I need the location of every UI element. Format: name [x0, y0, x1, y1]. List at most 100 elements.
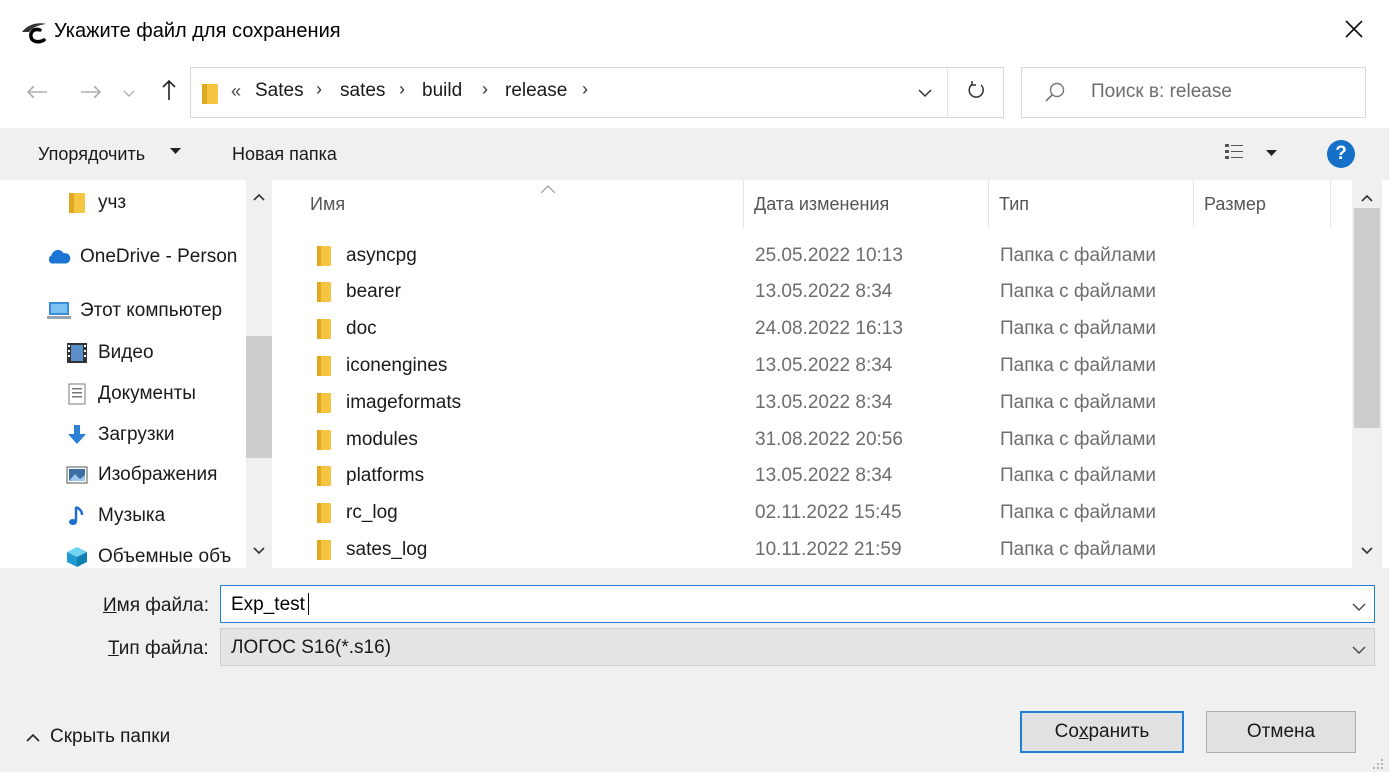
save-file-dialog: Укажите файл для сохранения « Sates › sa… [0, 0, 1389, 772]
arrow-right-icon [80, 80, 102, 106]
breadcrumb-separator[interactable]: › [399, 79, 405, 100]
scroll-down-button[interactable] [1352, 540, 1382, 562]
table-row[interactable]: asyncpg 25.05.2022 10:13 Папка с файлами [272, 238, 1352, 274]
save-button[interactable]: Со х ранить [1020, 711, 1184, 753]
nav-item-onedrive[interactable]: OneDrive - Person [46, 242, 237, 272]
nav-item-video[interactable]: Видео [64, 338, 154, 368]
filetype-value: ЛОГОС S16(*.s16) [231, 637, 392, 658]
filename-label-accel: И [103, 595, 117, 616]
table-row[interactable]: rc_log 02.11.2022 15:45 Папка с файлами [272, 495, 1352, 531]
cancel-button[interactable]: Отмена [1206, 711, 1356, 753]
file-name: iconengines [346, 355, 448, 376]
folder-icon [316, 348, 332, 384]
forward-button[interactable] [76, 78, 106, 108]
breadcrumb-item[interactable]: Sates [255, 80, 304, 102]
back-button[interactable] [22, 78, 52, 108]
table-row[interactable]: modules 31.08.2022 20:56 Папка с файлами [272, 422, 1352, 458]
navigation-pane: учз OneDrive - Person Этот компьютер Вид… [0, 180, 272, 568]
file-name: platforms [346, 465, 425, 486]
column-header-label: Тип [999, 193, 1030, 214]
nav-item-label: Объемные объ [98, 546, 232, 567]
breadcrumb-item[interactable]: build [422, 80, 462, 102]
view-options-icon[interactable] [1224, 142, 1244, 168]
breadcrumb-overflow[interactable]: « [231, 81, 241, 102]
folder-icon [316, 385, 332, 421]
filetype-select[interactable]: ЛОГОС S16(*.s16) [220, 628, 1375, 666]
column-header-label: Дата изменения [754, 193, 890, 214]
search-input[interactable]: Поиск в: release [1021, 67, 1366, 118]
music-icon [64, 504, 90, 528]
documents-icon [64, 382, 90, 406]
folder-icon [316, 311, 332, 347]
folder-icon [316, 532, 332, 568]
scrollbar-thumb[interactable] [1354, 208, 1380, 428]
nav-item-label: Загрузки [98, 424, 175, 445]
window-title: Укажите файл для сохранения [54, 20, 341, 42]
chevron-down-icon [123, 82, 135, 104]
filetype-label-accel: Т [108, 638, 119, 659]
close-button[interactable] [1324, 8, 1384, 56]
filename-value: Exp_test [231, 594, 305, 615]
file-name: rc_log [346, 502, 398, 523]
resize-grip-icon[interactable] [1370, 754, 1384, 776]
file-type: Папка с файлами [1000, 355, 1157, 376]
column-header-type[interactable]: Тип [989, 180, 1194, 228]
folder-icon [316, 274, 332, 310]
nav-item-music[interactable]: Музыка [64, 501, 165, 531]
breadcrumb-item[interactable]: sates [340, 80, 385, 102]
nav-item-uchz[interactable]: учз [64, 188, 126, 218]
scroll-down-button[interactable] [246, 540, 272, 562]
nav-item-this-pc[interactable]: Этот компьютер [46, 296, 222, 326]
nav-item-documents[interactable]: Документы [64, 379, 196, 409]
table-row[interactable]: platforms 13.05.2022 8:34 Папка с файлам… [272, 458, 1352, 494]
breadcrumb-item[interactable]: release [505, 80, 567, 102]
breadcrumb-separator[interactable]: › [582, 79, 588, 100]
column-header-name[interactable]: Имя [300, 180, 744, 228]
chevron-down-icon [918, 82, 932, 104]
scroll-up-button[interactable] [246, 186, 272, 208]
arrow-up-icon [161, 79, 177, 107]
breadcrumb-separator[interactable]: › [482, 79, 488, 100]
nav-pane-scrollbar[interactable] [246, 180, 272, 568]
table-row[interactable]: iconengines 13.05.2022 8:34 Папка с файл… [272, 348, 1352, 384]
up-button[interactable] [153, 76, 185, 110]
chevron-down-icon [253, 547, 265, 555]
file-name: doc [346, 318, 377, 339]
folder-icon [201, 81, 219, 111]
nav-item-pictures[interactable]: Изображения [64, 460, 217, 490]
scrollbar-thumb[interactable] [246, 336, 272, 458]
onedrive-cloud-icon [46, 245, 72, 269]
address-bar[interactable]: « Sates › sates › build › release › [190, 67, 1004, 118]
file-list-scrollbar[interactable] [1352, 180, 1382, 568]
scroll-up-button[interactable] [1352, 188, 1382, 208]
help-icon[interactable]: ? [1327, 140, 1355, 168]
caret-down-icon[interactable] [1266, 146, 1277, 160]
hide-folders-button[interactable]: Скрыть папки [26, 726, 170, 748]
organize-menu-button[interactable]: Упорядочить [38, 144, 145, 165]
breadcrumb-separator[interactable]: › [316, 79, 322, 100]
text-caret [308, 593, 309, 615]
address-history-dropdown[interactable] [903, 68, 947, 117]
table-row[interactable]: bearer 13.05.2022 8:34 Папка с файлами [272, 274, 1352, 310]
nav-item-label: Документы [98, 383, 196, 404]
table-row[interactable]: doc 24.08.2022 16:13 Папка с файлами [272, 311, 1352, 347]
table-row[interactable]: sates_log 10.11.2022 21:59 Папка с файла… [272, 532, 1352, 568]
file-type: Папка с файлами [1000, 502, 1157, 523]
column-header-size[interactable]: Размер [1194, 180, 1331, 228]
refresh-button[interactable] [948, 68, 1004, 117]
column-header-date[interactable]: Дата изменения [744, 180, 989, 228]
command-bar: Упорядочить Новая папка ? [0, 128, 1389, 180]
hide-folders-label: Скрыть папки [50, 726, 171, 747]
recent-locations-button[interactable] [118, 80, 140, 106]
chevron-down-icon[interactable] [1352, 596, 1366, 618]
pictures-icon [64, 463, 90, 487]
nav-item-downloads[interactable]: Загрузки [64, 420, 174, 450]
filename-field[interactable]: Exp_test [220, 585, 1375, 623]
table-row[interactable]: imageformats 13.05.2022 8:34 Папка с фай… [272, 385, 1352, 421]
save-label-accel: х [1078, 721, 1089, 742]
app-logo-icon [20, 20, 48, 46]
title-bar: Укажите файл для сохранения [0, 0, 1389, 64]
nav-item-3d-objects[interactable]: Объемные объ [64, 542, 231, 568]
file-name: sates_log [346, 539, 428, 560]
new-folder-button[interactable]: Новая папка [232, 144, 337, 165]
